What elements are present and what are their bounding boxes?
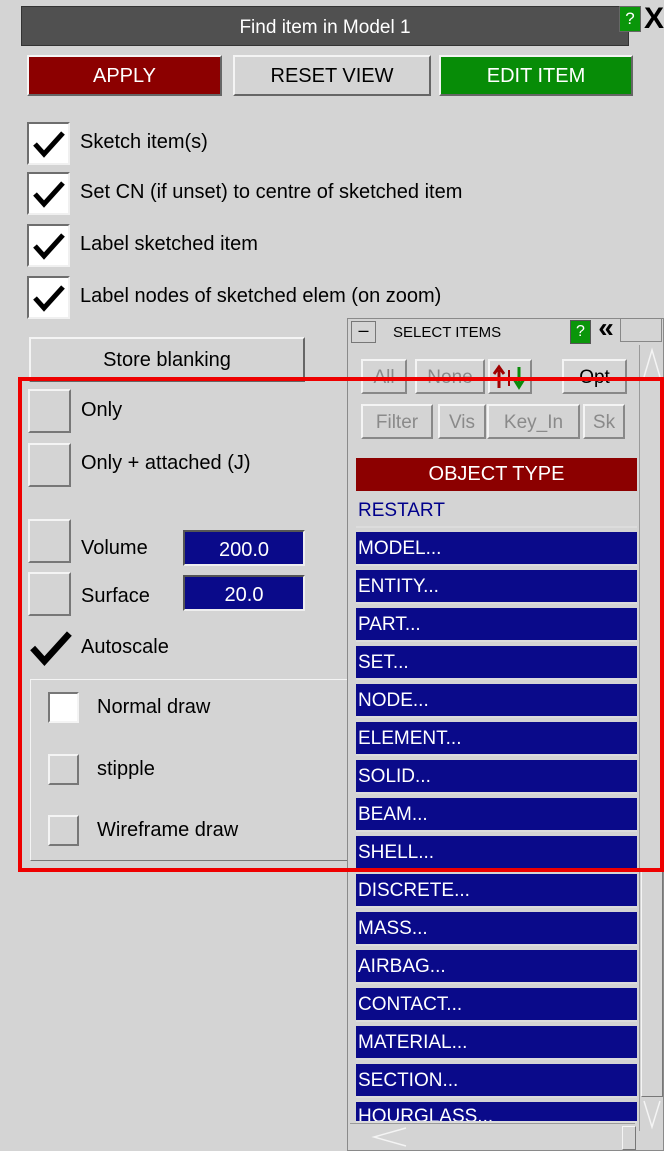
collapse-button[interactable]: «	[593, 314, 619, 344]
label-sketched-label: Label sketched item	[80, 233, 258, 255]
edit-item-button[interactable]: EDIT ITEM	[439, 55, 633, 96]
set-cn-checkbox[interactable]	[27, 172, 70, 215]
label-nodes-checkbox[interactable]	[27, 276, 70, 319]
option-label-sketched[interactable]: Label sketched item	[27, 224, 627, 268]
option-sketch-items[interactable]: Sketch item(s)	[27, 122, 627, 166]
store-blanking-button[interactable]: Store blanking	[29, 337, 305, 382]
option-set-cn[interactable]: Set CN (if unset) to centre of sketched …	[27, 172, 627, 216]
list-item-section[interactable]: SECTION...	[356, 1064, 637, 1098]
dialog-title: Find item in Model 1	[21, 6, 629, 46]
scroll-down-arrow-icon	[643, 1100, 661, 1130]
list-item-contact[interactable]: CONTACT...	[356, 988, 637, 1022]
sketch-items-checkbox[interactable]	[27, 122, 70, 165]
vertical-scroll-thumb[interactable]	[641, 871, 663, 1097]
select-items-title: SELECT ITEMS	[393, 324, 502, 341]
option-label-nodes[interactable]: Label nodes of sketched elem (on zoom)	[27, 276, 627, 320]
reset-view-button[interactable]: RESET VIEW	[233, 55, 431, 96]
close-button[interactable]: X	[644, 2, 664, 36]
label-sketched-checkbox[interactable]	[27, 224, 70, 267]
selector-help-button[interactable]: ?	[570, 320, 591, 344]
minimize-button[interactable]: –	[351, 321, 376, 343]
list-item-mass[interactable]: MASS...	[356, 912, 637, 946]
panel-handle[interactable]	[620, 318, 662, 342]
scroll-up-arrow-icon	[643, 347, 661, 378]
checkmark-icon	[33, 181, 65, 208]
list-item-airbag[interactable]: AIRBAG...	[356, 950, 637, 984]
checkmark-icon	[33, 131, 65, 158]
label-nodes-label: Label nodes of sketched elem (on zoom)	[80, 285, 442, 307]
sketch-items-label: Sketch item(s)	[80, 131, 208, 153]
highlight-rectangle	[18, 377, 664, 872]
checkmark-icon	[33, 233, 65, 260]
list-item-discrete[interactable]: DISCRETE...	[356, 874, 637, 908]
checkmark-icon	[33, 285, 65, 312]
apply-button[interactable]: APPLY	[27, 55, 222, 96]
list-item-material[interactable]: MATERIAL...	[356, 1026, 637, 1060]
horizontal-scrollbar[interactable]	[350, 1123, 636, 1150]
list-item-hourglass[interactable]: HOURGLASS...	[356, 1102, 637, 1123]
scroll-left-arrow-icon	[371, 1127, 407, 1147]
help-button[interactable]: ?	[619, 6, 641, 32]
set-cn-label: Set CN (if unset) to centre of sketched …	[80, 181, 463, 203]
horizontal-scroll-thumb[interactable]	[622, 1126, 636, 1150]
